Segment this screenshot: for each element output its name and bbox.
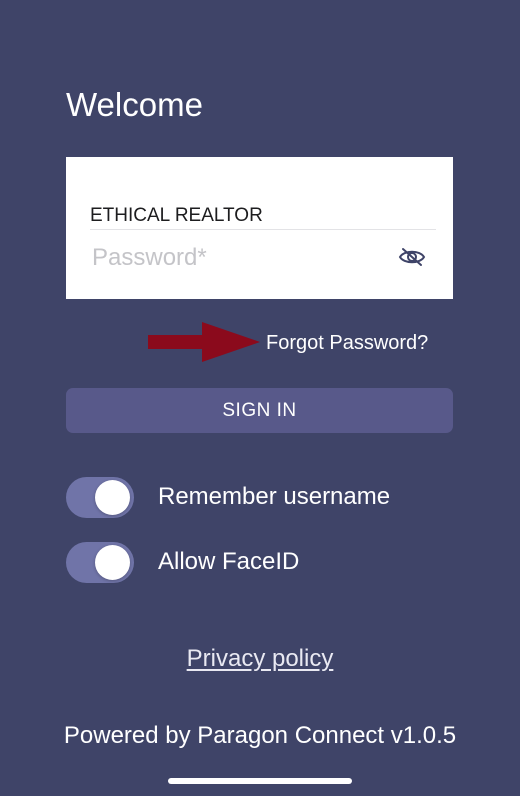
- privacy-policy-container: Privacy policy: [0, 645, 520, 673]
- username-field[interactable]: [90, 203, 436, 229]
- login-card: [66, 157, 453, 299]
- privacy-policy-link[interactable]: Privacy policy: [187, 645, 334, 672]
- powered-by-text: Powered by Paragon Connect v1.0.5: [63, 722, 457, 749]
- allow-faceid-label: Allow FaceID: [158, 548, 300, 575]
- allow-faceid-toggle[interactable]: [66, 542, 134, 583]
- eye-slash-icon[interactable]: [398, 246, 426, 268]
- right-arrow-icon: [148, 322, 260, 362]
- toggle-knob: [95, 480, 130, 515]
- home-indicator[interactable]: [168, 778, 352, 784]
- sign-in-button[interactable]: SIGN IN: [66, 388, 453, 433]
- toggle-knob: [95, 545, 130, 580]
- password-field[interactable]: [92, 241, 392, 275]
- remember-username-toggle[interactable]: [66, 477, 134, 518]
- login-screen: Welcome Forgot Password? SIGN IN Remembe…: [0, 0, 520, 796]
- field-divider: [90, 229, 436, 230]
- remember-username-row: Remember username: [66, 477, 446, 518]
- remember-username-label: Remember username: [158, 483, 391, 510]
- welcome-title: Welcome: [66, 86, 203, 123]
- forgot-password-link[interactable]: Forgot Password?: [266, 332, 428, 355]
- allow-faceid-row: Allow FaceID: [66, 542, 446, 583]
